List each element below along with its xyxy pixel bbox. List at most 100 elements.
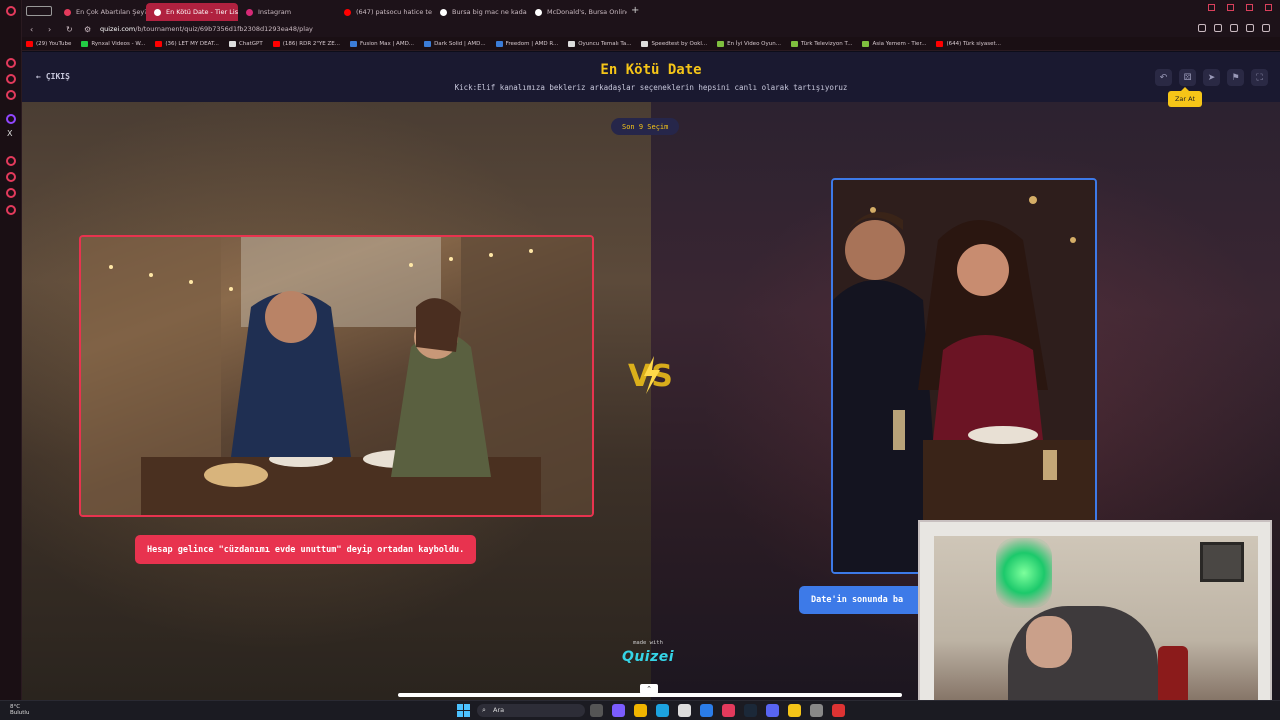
search-icon: ⌕	[482, 706, 486, 714]
bookmark-favicon-icon	[81, 40, 89, 47]
bookmarks-bar: (29) YouTube Rynxal Videos - W... (36) L…	[22, 37, 1280, 51]
browser-tab[interactable]: McDonald's, Bursa Online	[527, 3, 627, 21]
minimize-icon[interactable]	[1227, 4, 1234, 11]
bookmark-item[interactable]: Asia Yemem - Tier...	[862, 40, 926, 47]
youtube-icon	[155, 40, 163, 47]
tab-favicon-icon	[64, 8, 71, 16]
fullscreen-icon[interactable]: ⛶	[1251, 69, 1268, 86]
twitch-icon[interactable]	[6, 114, 16, 124]
header-toolbar: ↶ ⚄ ➤ ⚑ ⛶	[1155, 69, 1268, 86]
browser-tab[interactable]: En Çok Abartılan Şey? #1	[56, 3, 146, 21]
app-icon[interactable]	[788, 704, 801, 717]
streamer-head	[1026, 616, 1072, 668]
browser-tab-active[interactable]: En Kötü Date - Tier List, ×	[146, 3, 238, 21]
extensions-icon[interactable]	[1230, 24, 1238, 32]
bookmark-item[interactable]: Speedtest by Ookl...	[641, 40, 707, 47]
bookmark-favicon-icon	[495, 40, 503, 47]
youtube-icon	[26, 40, 33, 47]
url-field[interactable]: quizei.com/b/tournament/quiz/69b7356d1fb…	[100, 25, 313, 33]
restaurant-photo	[81, 237, 592, 515]
youtube-icon	[936, 40, 944, 47]
forward-icon[interactable]: ›	[48, 25, 58, 34]
bookmark-favicon-icon	[568, 40, 576, 47]
browser-tab[interactable]: (647) patsocu hatice teyz	[336, 3, 432, 21]
taskbar: 8°C Bulutlu ⌕ Ara	[0, 700, 1280, 720]
copilot-icon[interactable]	[612, 704, 625, 717]
page-subtitle: Kick:Elif kanalımıza bekleriz arkadaşlar…	[454, 83, 848, 92]
app-icon[interactable]	[810, 704, 823, 717]
vs-icon: VS	[628, 356, 673, 394]
site-info-icon[interactable]: ⚙	[84, 25, 94, 34]
tab-overview-icon[interactable]	[26, 5, 52, 16]
bookmark-item[interactable]: Türk Televizyon T...	[790, 40, 852, 47]
bookmark-item[interactable]: (36) LET MY DEAT...	[155, 40, 219, 47]
sidebar-app-icon[interactable]	[6, 90, 16, 100]
edge-icon[interactable]	[656, 704, 669, 717]
sidebar-app-icon[interactable]	[6, 74, 16, 84]
left-option-caption[interactable]: Hesap gelince "cüzdanımı evde unuttum" d…	[135, 535, 477, 564]
bookmark-item[interactable]: Oyuncu Temalı Ta...	[568, 40, 631, 47]
bookmark-item[interactable]: En İyi Video Oyun...	[717, 40, 781, 47]
store-icon[interactable]	[678, 704, 691, 717]
bookmark-item[interactable]: ChatGPT	[228, 40, 263, 47]
bookmark-item[interactable]: Dark Solid | AMD...	[424, 40, 486, 47]
quizei-logo[interactable]: Quizei	[613, 649, 683, 665]
bookmark-favicon-icon	[641, 40, 649, 47]
weather-widget[interactable]: 8°C Bulutlu	[10, 704, 29, 716]
discord-icon[interactable]	[766, 704, 779, 717]
browser-tab[interactable]: Bursa big mac ne kadar	[432, 3, 527, 21]
chatgpt-icon	[228, 40, 236, 47]
close-icon[interactable]	[1265, 4, 1272, 11]
youtube-icon	[272, 40, 280, 47]
taskbar-search[interactable]: ⌕ Ara	[477, 704, 585, 717]
reload-icon[interactable]: ↻	[66, 25, 76, 34]
sidebar-app-icon[interactable]	[6, 58, 16, 68]
browser-logo-icon[interactable]	[6, 6, 16, 16]
new-tab-button[interactable]: +	[631, 5, 639, 16]
back-icon[interactable]: ‹	[30, 25, 40, 34]
page-title: En Kötü Date	[600, 62, 702, 78]
dinner-photo	[833, 180, 1095, 572]
sidebar-app-icon[interactable]	[6, 188, 16, 198]
webcam-overlay	[918, 520, 1272, 720]
file-explorer-icon[interactable]	[634, 704, 647, 717]
undo-icon[interactable]: ↶	[1155, 69, 1172, 86]
windows-start-icon[interactable]	[457, 704, 470, 717]
tab-favicon-icon	[154, 8, 161, 16]
right-option-caption[interactable]: Date'in sonunda ba	[799, 586, 929, 614]
bookmark-item[interactable]: Rynxal Videos - W...	[81, 40, 145, 47]
mail-icon[interactable]	[700, 704, 713, 717]
browser-tab[interactable]: Instagram	[238, 3, 336, 21]
camera-icon[interactable]	[1198, 24, 1206, 32]
browser-sidebar: X	[0, 0, 22, 700]
x-icon[interactable]: X	[7, 129, 12, 138]
send-icon[interactable]: ➤	[1203, 69, 1220, 86]
download-icon[interactable]	[1246, 24, 1254, 32]
sidebar-app-icon[interactable]	[6, 172, 16, 182]
menu-icon[interactable]	[1262, 24, 1270, 32]
left-option-image[interactable]	[79, 235, 594, 517]
bookmark-favicon-icon	[790, 40, 798, 47]
dice-icon[interactable]: ⚄	[1179, 69, 1196, 86]
task-view-icon[interactable]	[590, 704, 603, 717]
flag-icon[interactable]: ⚑	[1227, 69, 1244, 86]
opera-gx-icon[interactable]	[722, 704, 735, 717]
google-icon	[440, 8, 447, 16]
bookmark-favicon-icon	[717, 40, 725, 47]
search-tabs-icon[interactable]	[1208, 4, 1215, 11]
right-option-image[interactable]	[831, 178, 1097, 574]
steam-icon[interactable]	[744, 704, 757, 717]
round-badge: Son 9 Seçim	[611, 118, 680, 135]
app-icon[interactable]	[832, 704, 845, 717]
bookmark-item[interactable]: (186) RDR 2"YE ZE...	[272, 40, 340, 47]
bookmark-item[interactable]: Freedom | AMD R...	[495, 40, 558, 47]
bookmark-item[interactable]: (644) Türk siyaset...	[936, 40, 1001, 47]
address-tools	[1198, 24, 1270, 32]
bookmark-icon[interactable]	[1214, 24, 1222, 32]
bookmark-item[interactable]: (29) YouTube	[26, 40, 71, 47]
bookmark-favicon-icon	[424, 40, 432, 47]
sidebar-app-icon[interactable]	[6, 205, 16, 215]
bookmark-item[interactable]: Fusion Max | AMD...	[350, 40, 414, 47]
maximize-icon[interactable]	[1246, 4, 1253, 11]
sidebar-app-icon[interactable]	[6, 156, 16, 166]
